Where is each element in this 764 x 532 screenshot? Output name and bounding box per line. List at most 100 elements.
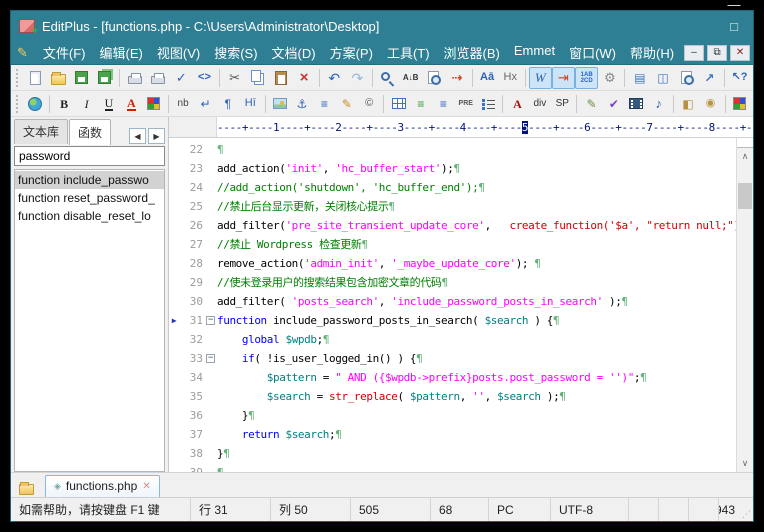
code-line[interactable]: 32 global $wpdb;¶ (169, 330, 736, 349)
resize-grip[interactable]: ⋰ (739, 498, 753, 521)
code-line[interactable]: 24//add_action('shutdown', 'hc_buffer_en… (169, 178, 736, 197)
toolbar-grip[interactable] (16, 69, 21, 87)
find-button[interactable] (376, 67, 399, 89)
goto-line-button[interactable]: ⇢ (445, 67, 468, 89)
code-line[interactable]: 36 }¶ (169, 406, 736, 425)
menu-item-9[interactable]: 窗口(W) (562, 41, 623, 64)
radio-buttons-button[interactable]: ◉ (699, 93, 721, 115)
code-line[interactable]: 26add_filter('pre_site_transient_update_… (169, 216, 736, 235)
italic-button[interactable]: I (75, 93, 97, 115)
scroll-down-arrow[interactable]: ∨ (737, 455, 753, 472)
code-line[interactable]: 22¶ (169, 140, 736, 159)
set-font-button[interactable]: Aā (475, 67, 498, 89)
menu-item-7[interactable]: 浏览器(B) (437, 41, 507, 64)
code-line[interactable]: 34 $pattern = " AND ({$wpdb->prefix}post… (169, 368, 736, 387)
horizontal-rule-button[interactable]: ≡ (313, 93, 335, 115)
anchor-text-button[interactable]: A (506, 93, 528, 115)
document-selector-button[interactable]: ▤ (628, 67, 651, 89)
menu-item-2[interactable]: 视图(V) (150, 41, 207, 64)
fold-collapse-icon[interactable]: − (206, 354, 215, 363)
fold-toggle[interactable]: − (203, 311, 217, 330)
browser-window-button[interactable] (675, 67, 698, 89)
minimize-button[interactable]: — (719, 0, 749, 15)
maximize-button[interactable]: □ (719, 15, 749, 37)
special-character-button[interactable]: © (358, 93, 380, 115)
font-color-button[interactable]: A (120, 93, 142, 115)
code-line[interactable]: 28remove_action('admin_init', '_maybe_up… (169, 254, 736, 273)
open-in-browser-button[interactable]: ↗ (698, 67, 721, 89)
function-list-item[interactable]: function include_passwo (15, 171, 164, 189)
sidebar-tab-文本库[interactable]: 文本库 (14, 119, 68, 144)
window-list-button[interactable]: ◫ (652, 67, 675, 89)
check-syntax-button[interactable]: ✔ (603, 93, 625, 115)
tab-close-icon[interactable]: ✕ (142, 481, 150, 492)
anchor-tag-button[interactable]: ⚓ (291, 93, 313, 115)
vertical-scrollbar[interactable]: ∧ ∨ (736, 138, 753, 472)
copy-button[interactable] (246, 67, 269, 89)
script-edit-button[interactable]: ✎ (580, 93, 602, 115)
code-area[interactable]: 22¶23add_action('init', 'hc_buffer_start… (169, 138, 736, 472)
save-all-button[interactable] (93, 67, 116, 89)
code-line[interactable]: 35 $search = str_replace( $pattern, '', … (169, 387, 736, 406)
context-help-button[interactable]: ↖? (728, 67, 751, 89)
sidebar-tab-scroll-right[interactable]: ▶ (148, 128, 165, 144)
browser-source-button[interactable]: <> (193, 67, 216, 89)
menu-item-8[interactable]: Emmet (507, 41, 562, 64)
non-breaking-space-button[interactable]: nb (172, 93, 194, 115)
menu-item-1[interactable]: 编辑(E) (93, 41, 150, 64)
scrollbar-track[interactable] (737, 165, 753, 455)
code-line[interactable]: ▶31−function include_password_posts_in_s… (169, 311, 736, 330)
split-box[interactable] (737, 138, 753, 148)
insert-table-button[interactable] (387, 93, 409, 115)
code-line[interactable]: 27//禁止 Wordpress 检查更新¶ (169, 235, 736, 254)
function-search-input[interactable] (14, 146, 165, 166)
print-button[interactable] (147, 67, 170, 89)
code-line[interactable]: 38}¶ (169, 444, 736, 463)
menu-item-5[interactable]: 方案(P) (323, 41, 380, 64)
span-tag-button[interactable]: SP (551, 93, 573, 115)
line-break-button[interactable]: ↵ (194, 93, 216, 115)
open-file-button[interactable] (47, 67, 70, 89)
paste-button[interactable] (269, 67, 292, 89)
div-tag-button[interactable]: div (529, 93, 551, 115)
mdi-close-button[interactable]: ✕ (730, 45, 750, 61)
bold-button[interactable]: B (53, 93, 75, 115)
menu-item-3[interactable]: 搜索(S) (207, 41, 264, 64)
mdi-restore-button[interactable]: ⧉ (707, 45, 727, 61)
sidebar-tab-scroll-left[interactable]: ◀ (129, 128, 146, 144)
menu-item-4[interactable]: 文档(D) (265, 41, 323, 64)
editor-pane[interactable]: ----+----1----+----2----+----3----+----4… (169, 117, 753, 472)
function-list-item[interactable]: function disable_reset_lo (15, 207, 164, 225)
find-in-files-button[interactable] (422, 67, 445, 89)
spell-check-button[interactable]: ✓ (170, 67, 193, 89)
underline-button[interactable]: U (98, 93, 120, 115)
preferences-button[interactable]: ⚙ (598, 67, 621, 89)
align-center-button[interactable]: ≡ (432, 93, 454, 115)
text-area-tag-button[interactable]: ✎ (336, 93, 358, 115)
paragraph-tag-button[interactable]: ¶ (217, 93, 239, 115)
preformatted-tag-button[interactable]: PRE (455, 93, 477, 115)
code-line[interactable]: 33− if( !is_user_logged_in() ) {¶ (169, 349, 736, 368)
insert-image-button[interactable] (268, 93, 290, 115)
menu-item-0[interactable]: 文件(F) (36, 41, 93, 64)
delete-button[interactable]: × (293, 67, 316, 89)
print-preview-button[interactable] (123, 67, 146, 89)
line-numbers-button[interactable]: 1AB 2CD (575, 67, 598, 89)
undo-button[interactable]: ↶ (323, 67, 346, 89)
heading-tag-button[interactable]: Hī (239, 93, 261, 115)
function-list-item[interactable]: function reset_password_ (15, 189, 164, 207)
fold-collapse-icon[interactable]: − (206, 316, 215, 325)
word-wrap-button[interactable]: W (529, 67, 552, 89)
replace-button[interactable]: A↓B (399, 67, 422, 89)
code-line[interactable]: 39¶ (169, 463, 736, 472)
unordered-list-button[interactable] (477, 93, 499, 115)
menu-item-6[interactable]: 工具(T) (380, 41, 437, 64)
save-file-button[interactable] (70, 67, 93, 89)
code-line[interactable]: 23add_action('init', 'hc_buffer_start');… (169, 159, 736, 178)
directory-button[interactable] (15, 478, 37, 497)
insert-media-button[interactable] (625, 93, 647, 115)
insert-audio-button[interactable]: ♪ (648, 93, 670, 115)
scrollbar-thumb[interactable] (738, 183, 752, 209)
code-line[interactable]: 30add_filter( 'posts_search', 'include_p… (169, 292, 736, 311)
windows-colors-button[interactable] (729, 93, 751, 115)
